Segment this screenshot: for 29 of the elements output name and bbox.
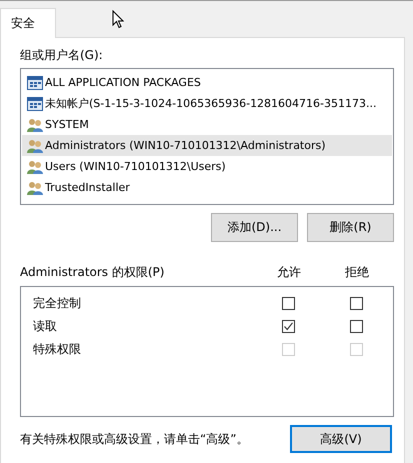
column-header: 允许	[276, 264, 302, 280]
group-label: 组或用户名(G):	[20, 47, 104, 64]
principal-item[interactable]: ALL APPLICATION PACKAGES	[22, 72, 392, 93]
permission-name: 特殊权限	[33, 341, 82, 358]
permissions-label: Administrators 的权限(P)	[20, 264, 166, 280]
users-icon	[27, 118, 43, 132]
principal-item[interactable]: TrustedInstaller	[22, 177, 392, 198]
column-header: 拒绝	[344, 264, 370, 280]
advanced-button[interactable]: 高级(V)	[290, 425, 392, 453]
permission-name: 完全控制	[33, 295, 82, 312]
principal-item[interactable]: 未知帐户(S-1-15-3-1024-1065365936-1281604716-351173...	[22, 93, 392, 114]
cursor-icon	[112, 10, 124, 29]
checkbox[interactable]	[282, 297, 294, 310]
window-icon	[27, 76, 43, 90]
checkbox[interactable]	[350, 320, 362, 333]
principal-item[interactable]: Users (WIN10-710101312\Users)	[22, 156, 392, 177]
checkbox[interactable]	[282, 320, 294, 333]
users-icon	[27, 138, 43, 152]
permission-name: 读取	[33, 318, 58, 335]
checkbox[interactable]	[350, 297, 362, 310]
principal-item[interactable]: SYSTEM	[22, 114, 392, 135]
tab[interactable]: 安全	[0, 8, 56, 38]
principal-item[interactable]: Administrators (WIN10-710101312\Administrators)	[22, 135, 392, 156]
dialog-button[interactable]: 添加(D)...	[211, 213, 298, 242]
window-icon	[27, 96, 43, 110]
dialog-button[interactable]: 删除(R)	[307, 213, 394, 242]
users-icon	[27, 180, 43, 194]
users-icon	[27, 160, 43, 174]
hint-text: 有关特殊权限或高级设置，请单击“高级”。	[20, 430, 248, 448]
